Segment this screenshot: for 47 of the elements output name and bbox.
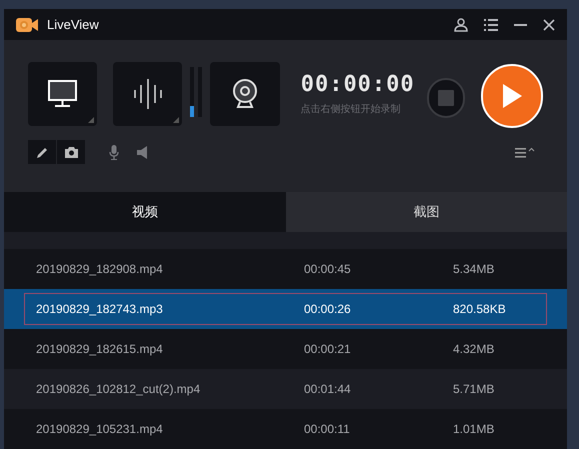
file-row[interactable]: 20190829_182908.mp4 00:00:45 5.34MB bbox=[4, 249, 567, 289]
webcam-source-button[interactable] bbox=[210, 62, 280, 126]
pencil-icon bbox=[36, 146, 48, 158]
file-size: 5.71MB bbox=[453, 381, 494, 398]
file-name: 20190826_102812_cut(2).mp4 bbox=[35, 381, 202, 398]
play-icon bbox=[501, 83, 524, 109]
duration: 00:00:26 bbox=[304, 301, 352, 318]
file-row[interactable]: 20190829_182615.mp4 00:00:21 4.32MB bbox=[4, 329, 567, 369]
user-icon[interactable] bbox=[454, 18, 468, 32]
file-row[interactable]: 20190826_102812_cut(2).mp4 00:01:44 5.71MB bbox=[4, 369, 567, 409]
tab[interactable]: 视频 bbox=[4, 192, 286, 232]
pen-button[interactable] bbox=[28, 140, 56, 164]
list-icon[interactable] bbox=[484, 18, 498, 30]
file-name: 20190829_105231.mp4 bbox=[35, 421, 164, 438]
camera-icon bbox=[64, 146, 78, 158]
corner-triangle-icon bbox=[88, 117, 94, 123]
minimize-icon[interactable] bbox=[514, 24, 527, 26]
recording-hint: 点击右侧按钮开始录制 bbox=[300, 102, 402, 117]
corner-triangle-icon bbox=[173, 117, 180, 123]
duration: 00:00:11 bbox=[304, 421, 351, 438]
file-size: 5.34MB bbox=[453, 261, 494, 278]
duration: 00:00:21 bbox=[304, 341, 352, 358]
duration: 00:00:45 bbox=[304, 261, 352, 278]
screenshot-button[interactable] bbox=[57, 140, 85, 164]
camera-logo-icon bbox=[16, 18, 38, 32]
tab[interactable]: 截图 bbox=[286, 192, 567, 232]
stop-icon bbox=[438, 90, 454, 106]
audio-source-button[interactable] bbox=[113, 62, 182, 126]
file-row[interactable]: 20190829_105231.mp4 00:00:11 1.01MB bbox=[4, 409, 567, 449]
sound-wave-icon bbox=[134, 79, 162, 109]
file-name: 20190829_182908.mp4 bbox=[35, 261, 164, 278]
file-size: 4.32MB bbox=[453, 341, 494, 358]
file-name: 20190829_182615.mp4 bbox=[35, 341, 164, 358]
window-title: LiveView bbox=[47, 16, 99, 34]
recording-timer: 00:00:00 bbox=[300, 72, 415, 98]
screen-source-button[interactable] bbox=[28, 62, 98, 126]
file-name: 20190829_182743.mp3 bbox=[35, 301, 164, 318]
duration: 00:01:44 bbox=[304, 381, 352, 398]
speaker-icon[interactable] bbox=[137, 146, 147, 158]
close-icon[interactable] bbox=[543, 18, 555, 30]
file-size: 1.01MB bbox=[453, 421, 494, 438]
menu-caret-icon[interactable] bbox=[515, 146, 535, 158]
monitor-icon bbox=[48, 80, 78, 108]
file-size: 820.58KB bbox=[453, 301, 506, 318]
microphone-icon[interactable] bbox=[109, 144, 119, 160]
webcam-icon bbox=[232, 79, 258, 109]
file-row[interactable]: 20190829_182743.mp3 00:00:26 820.58KB bbox=[4, 289, 567, 329]
